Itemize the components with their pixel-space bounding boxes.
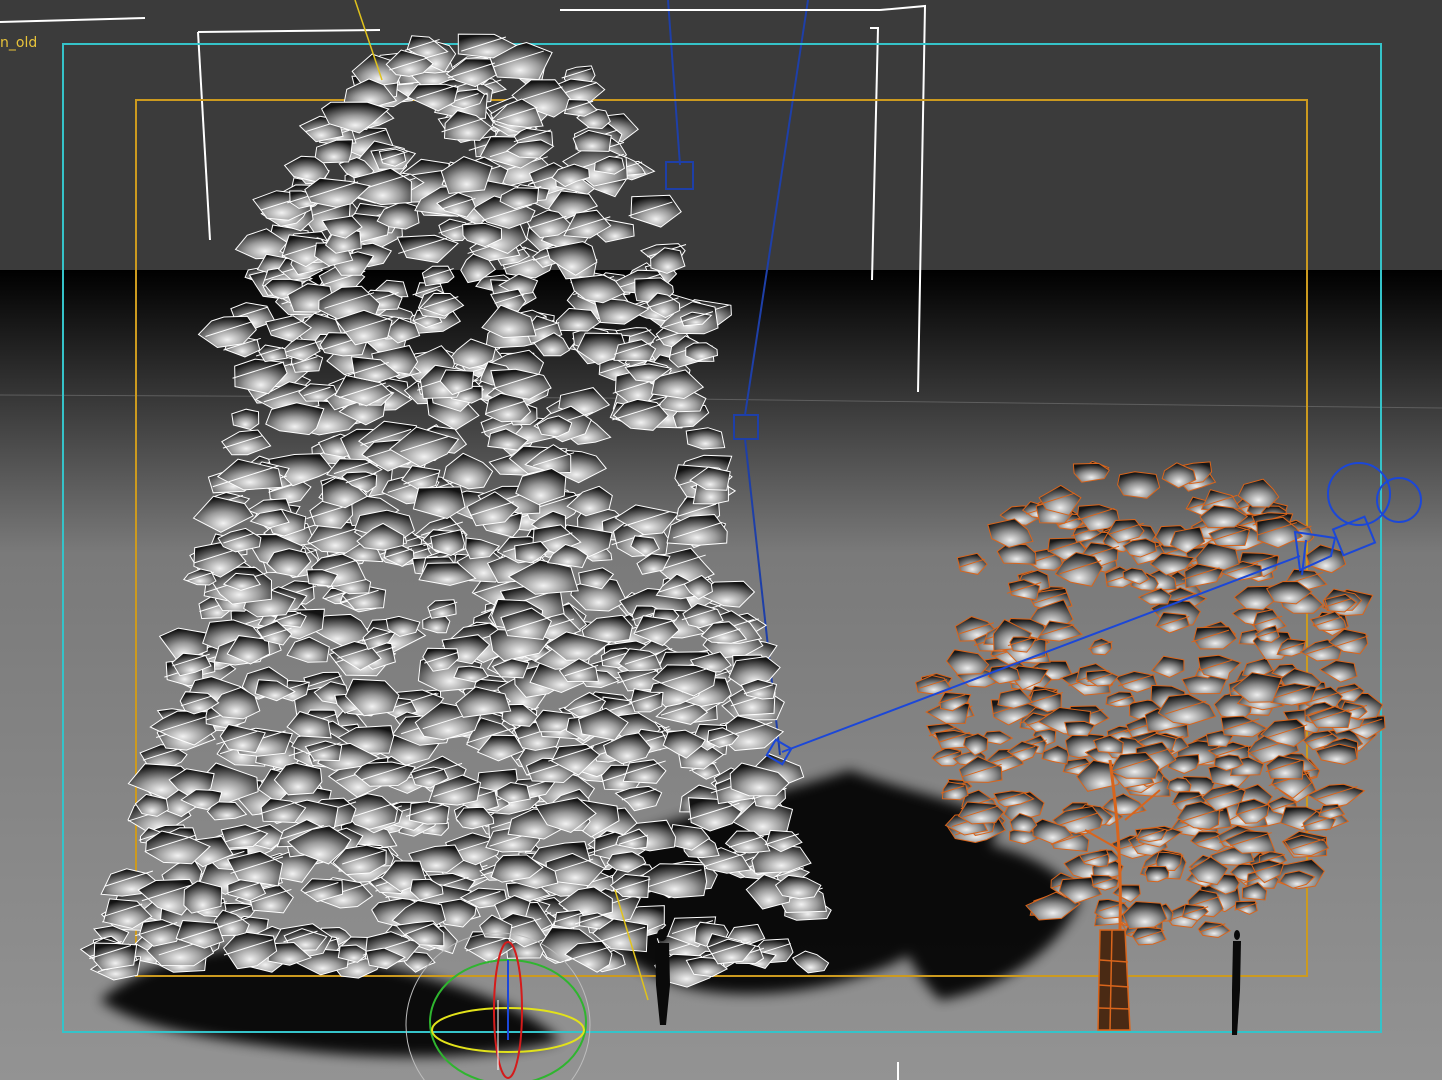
perspective-viewport[interactable]: n_old (0, 0, 1442, 1080)
leaf-card (941, 781, 969, 801)
leaf-card (93, 942, 138, 971)
leaf-card (314, 139, 354, 164)
leaf-card (396, 234, 459, 264)
leaf-card (685, 427, 726, 450)
scene-canvas[interactable] (0, 0, 1442, 1080)
viewport-object-label: n_old (0, 35, 38, 51)
leaf-card (630, 194, 682, 228)
